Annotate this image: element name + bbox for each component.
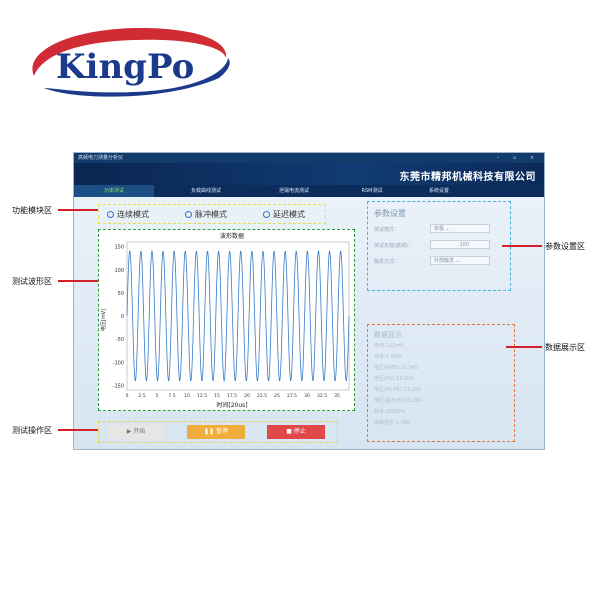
logo-text: KingPo [56,47,194,87]
kingpo-logo: KingPo [14,18,244,108]
mode-delay-label: 延迟模式 [273,210,305,219]
callout-function-module: 功能模块区 [12,206,52,215]
mode-continuous[interactable]: 连续模式 [107,209,149,220]
x-tick-label: 22.5 [257,393,267,399]
mode-delay[interactable]: 延迟模式 [263,209,305,220]
y-tick-label: 0 [121,314,124,320]
data-title: 数据显示 [374,331,402,339]
radio-icon [185,211,192,218]
app-window: 高频电刀测量分析仪 – ▫ × 东莞市精邦机械科技有限公司 功率测试 负载曲线测… [73,152,545,450]
test-load-input[interactable]: 100 [430,240,490,249]
callout-line [502,245,542,247]
tab-leakage-current[interactable]: 泄漏电流测试 [254,185,334,197]
waveform-line [126,250,350,382]
x-tick-label: 2.5 [138,393,145,399]
chart-y-label: 电压[mV] [100,309,107,331]
data-line: 电压(RMS):10.54V [374,365,419,371]
mode-pulse-label: 脉冲模式 [195,210,227,219]
x-tick-label: 5 [156,393,159,399]
tab-power-test[interactable]: 功率测试 [74,185,154,197]
mode-pulse[interactable]: 脉冲模式 [185,209,227,220]
callout-data: 数据展示区 [545,343,585,352]
y-tick-label: 150 [114,245,124,251]
tab-bar: 功率测试 负载曲线测试 泄漏电流测试 RSM测试 系统设置 [74,185,544,197]
test-mode-select[interactable]: 单极 ⌄ [430,224,490,233]
data-line: 电压(PK):13.20V [374,376,414,382]
callout-params: 参数设置区 [545,242,585,251]
callout-line [506,346,542,348]
y-tick-label: 50 [118,291,124,297]
x-tick-label: 27.5 [287,393,297,399]
trigger-mode-select[interactable]: 外部触发 ⌄ [430,256,490,265]
x-tick-label: 32.5 [317,393,327,399]
logo-swoosh-icon: KingPo [32,27,230,97]
y-tick-label: -100 [113,360,124,366]
x-tick-label: 25 [274,393,280,399]
chart-title: 波形数据 [220,232,244,240]
callout-line [58,429,98,431]
mode-continuous-label: 连续模式 [117,210,149,219]
x-tick-label: 35 [334,393,340,399]
chart-x-label: 时间[20us] [216,401,247,409]
x-tick-label: 20 [244,393,250,399]
param-label: 测试模式： [374,227,400,233]
tab-rsm-test[interactable]: RSM测试 [342,185,402,197]
x-tick-label: 17.5 [227,393,237,399]
stop-button[interactable]: ■ 停止 [267,425,325,439]
radio-icon [107,211,114,218]
param-label: 测试负载(欧姆)： [374,243,413,249]
tab-system-settings[interactable]: 系统设置 [404,185,474,197]
y-tick-label: 100 [114,268,124,274]
start-button[interactable]: ▶ 开始 [107,425,165,439]
parameter-settings-area: 参数设置 测试模式： 单极 ⌄ 测试负载(欧姆)： 100 触发方式： 外部触发… [367,201,511,291]
operation-area: ▶ 开始 ❚❚ 暂停 ■ 停止 [98,421,338,443]
data-line: 功率:1.05W [374,354,402,360]
company-name: 东莞市精邦机械科技有限公司 [399,172,536,183]
params-title: 参数设置 [374,209,406,218]
function-module-area: 连续模式 脉冲模式 延迟模式 [98,204,326,224]
callout-waveform: 测试波形区 [12,277,52,286]
waveform-area: 波形数据 时间[20us] 电压[mV] 150 100 50 0 -50 -100 -15… [98,229,355,411]
waveform-chart: 波形数据 时间[20us] 电压[mV] 150100500-50-100-15… [100,232,350,409]
callout-line [58,280,98,282]
data-line: 电流:102mA [374,343,404,349]
callout-operation: 测试操作区 [12,426,52,435]
data-line: 波峰因子:1.466 [374,420,410,426]
title-bar: 高频电刀测量分析仪 – ▫ × [74,153,544,163]
tab-load-curve[interactable]: 负载曲线测试 [166,185,246,197]
x-tick-label: 7.5 [168,393,175,399]
y-tick-label: -150 [113,383,124,389]
x-tick-label: 10 [184,393,190,399]
x-tick-label: 30 [304,393,310,399]
data-line: 频率:200KHz [374,409,405,415]
pause-button[interactable]: ❚❚ 暂停 [187,425,245,439]
window-title: 高频电刀测量分析仪 [78,155,124,161]
data-display-area: 数据显示 电流:102mA 功率:1.05W 电压(RMS):10.54V 电压… [367,324,515,442]
data-line: 电压(PK-PK):13.20V [374,387,422,393]
callout-line [58,209,98,211]
radio-icon [263,211,270,218]
x-tick-label: 12.5 [197,393,207,399]
window-controls[interactable]: – ▫ × [497,153,540,163]
param-label: 触发方式： [374,259,400,265]
y-tick-label: -50 [116,337,124,343]
x-tick-label: 0 [126,393,129,399]
data-line: 电压(最大值):13.20V [374,398,423,404]
x-tick-label: 15 [214,393,220,399]
